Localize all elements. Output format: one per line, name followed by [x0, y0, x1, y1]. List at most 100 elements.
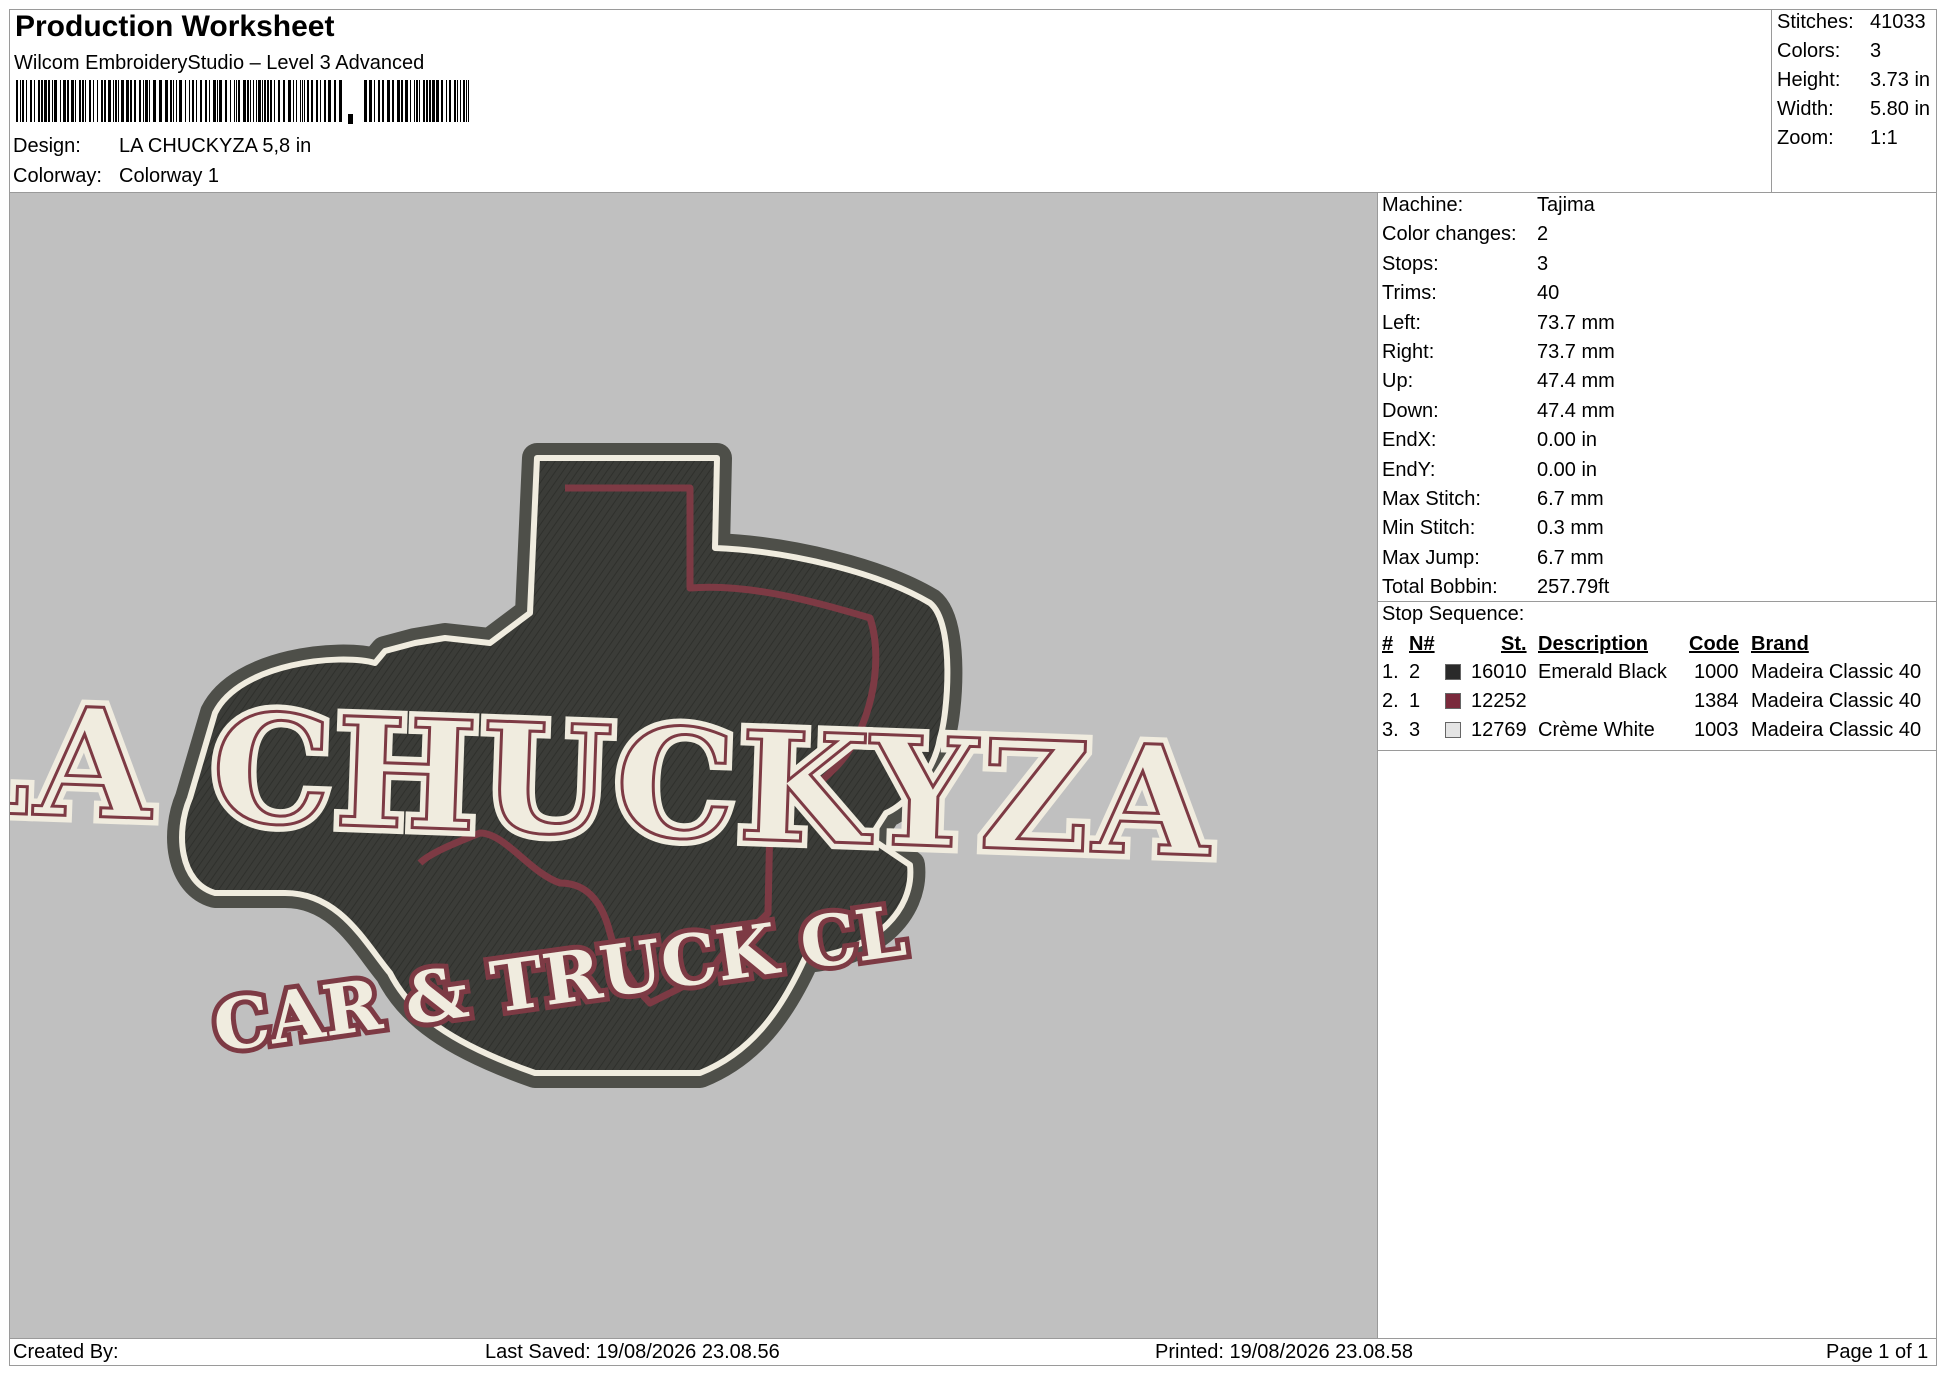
stop-code: 1000 [1694, 661, 1739, 683]
table-bottom-divider [1377, 750, 1937, 751]
width-row: Width: 5.80 in [1777, 98, 1930, 121]
machine-info-value: 257.79ft [1537, 576, 1610, 599]
machine-info-row: Machine: Tajima [1382, 194, 1595, 217]
colors-row: Colors: 3 [1777, 40, 1881, 63]
stop-num: 1. [1382, 661, 1399, 683]
stop-needle: 3 [1409, 719, 1421, 741]
machine-info-row: EndY: 0.00 in [1382, 458, 1597, 482]
panel-divider [1377, 192, 1378, 1338]
machine-info-label: Max Stitch: [1382, 488, 1481, 510]
machine-info-value: 6.7 mm [1537, 488, 1604, 510]
col-header-num: # [1382, 633, 1394, 655]
machine-info-label: Up: [1382, 370, 1414, 393]
machine-info-value: 0.3 mm [1537, 517, 1604, 540]
machine-info-value: 73.7 mm [1537, 341, 1615, 363]
machine-info-value: 0.00 in [1537, 458, 1598, 481]
thread-color-swatch [1445, 664, 1461, 680]
machine-info-row: Down: 47.4 mm [1382, 399, 1615, 423]
embroidery-design: LA CHUCKYZA LA CHUCKYZA CAR & TRUCK CL [0, 443, 1224, 1088]
stats-divider [1771, 9, 1772, 192]
page-number: Page 1 of 1 [1826, 1341, 1929, 1363]
machine-info-label: Max Jump: [1382, 546, 1480, 569]
col-header-n: N# [1409, 633, 1435, 655]
zoom-label: Zoom: [1777, 127, 1834, 149]
stop-stitches: 16010 [1471, 661, 1527, 683]
machine-info-label: EndX: [1382, 429, 1437, 452]
machine-info-value: 47.4 mm [1537, 370, 1615, 393]
design-value: LA CHUCKYZA 5,8 in [119, 135, 312, 157]
width-value: 5.80 in [1870, 98, 1931, 120]
colors-value: 3 [1870, 40, 1882, 62]
design-label: Design: [13, 135, 81, 157]
stop-stitches: 12769 [1471, 719, 1527, 741]
machine-info-value: 40 [1537, 282, 1560, 305]
height-label: Height: [1777, 69, 1841, 91]
machine-info-row: Stops: 3 [1382, 252, 1548, 276]
col-header-st: St. [1501, 633, 1527, 655]
machine-info-value: 0.00 in [1537, 429, 1598, 452]
machine-info-label: Trims: [1382, 282, 1437, 305]
stop-code: 1384 [1694, 690, 1739, 712]
colorway-label: Colorway: [13, 165, 102, 187]
machine-info-value: Tajima [1537, 194, 1595, 216]
machine-info-value: 73.7 mm [1537, 311, 1615, 334]
stop-brand: Madeira Classic 40 [1751, 690, 1922, 712]
stop-stitches: 12252 [1471, 690, 1527, 712]
page-title: Production Worksheet [15, 10, 335, 43]
machine-info-value: 47.4 mm [1537, 399, 1615, 422]
stop-code: 1003 [1694, 719, 1739, 741]
printed-date: Printed: 19/08/2026 23.08.58 [1155, 1341, 1413, 1363]
col-header-code: Code [1689, 633, 1739, 655]
stop-sequence-title: Stop Sequence: [1382, 603, 1525, 625]
design-canvas[interactable]: LA CHUCKYZA LA CHUCKYZA CAR & TRUCK CL [0, 193, 1377, 1338]
stitches-label: Stitches: [1777, 11, 1854, 33]
machine-info-label: Down: [1382, 399, 1439, 422]
stop-needle: 2 [1409, 661, 1421, 683]
colors-label: Colors: [1777, 40, 1841, 62]
stitches-value: 41033 [1870, 11, 1926, 33]
machine-info-value: 6.7 mm [1537, 546, 1604, 569]
height-row: Height: 3.73 in [1777, 69, 1930, 92]
barcode-image [16, 80, 469, 124]
stop-num: 2. [1382, 690, 1399, 712]
thread-color-swatch [1445, 722, 1461, 738]
stop-divider [1377, 601, 1937, 602]
footer-divider [9, 1338, 1937, 1339]
machine-info-value: 3 [1537, 252, 1549, 275]
height-value: 3.73 in [1870, 69, 1931, 91]
machine-info-label: Total Bobbin: [1382, 576, 1498, 599]
software-name: Wilcom EmbroideryStudio – Level 3 Advanc… [14, 52, 425, 74]
machine-info-label: Color changes: [1382, 223, 1517, 246]
stop-brand: Madeira Classic 40 [1751, 661, 1922, 683]
machine-info-row: Total Bobbin: 257.79ft [1382, 576, 1609, 599]
machine-info-label: Machine: [1382, 194, 1464, 216]
stop-needle: 1 [1409, 690, 1421, 712]
thread-color-swatch [1445, 693, 1461, 709]
machine-info-label: Stops: [1382, 252, 1439, 275]
width-label: Width: [1777, 98, 1834, 120]
colorway-value: Colorway 1 [119, 165, 220, 187]
machine-info-label: Right: [1382, 341, 1435, 363]
stop-description: Crème White [1538, 719, 1655, 741]
machine-info-row: EndX: 0.00 in [1382, 429, 1597, 452]
machine-info-value: 2 [1537, 223, 1549, 246]
stitches-row: Stitches: 41033 [1777, 11, 1926, 34]
last-saved: Last Saved: 19/08/2026 23.08.56 [485, 1341, 780, 1363]
machine-info-row: Min Stitch: 0.3 mm [1382, 517, 1604, 540]
machine-info-label: Min Stitch: [1382, 517, 1476, 540]
machine-info-row: Right: 73.7 mm [1382, 341, 1615, 364]
stop-num: 3. [1382, 719, 1399, 741]
created-by: Created By: [13, 1341, 119, 1363]
stop-description: Emerald Black [1538, 661, 1667, 683]
zoom-row: Zoom: 1:1 [1777, 127, 1898, 150]
col-header-brand: Brand [1751, 633, 1809, 655]
machine-info-label: Left: [1382, 311, 1421, 334]
machine-info-row: Max Stitch: 6.7 mm [1382, 488, 1604, 511]
stop-brand: Madeira Classic 40 [1751, 719, 1922, 741]
machine-info-row: Up: 47.4 mm [1382, 370, 1615, 393]
machine-info-row: Max Jump: 6.7 mm [1382, 546, 1604, 570]
col-header-description: Description [1538, 633, 1649, 655]
machine-info-row: Color changes: 2 [1382, 223, 1548, 246]
machine-info-row: Left: 73.7 mm [1382, 311, 1615, 335]
machine-info-label: EndY: [1382, 458, 1436, 481]
